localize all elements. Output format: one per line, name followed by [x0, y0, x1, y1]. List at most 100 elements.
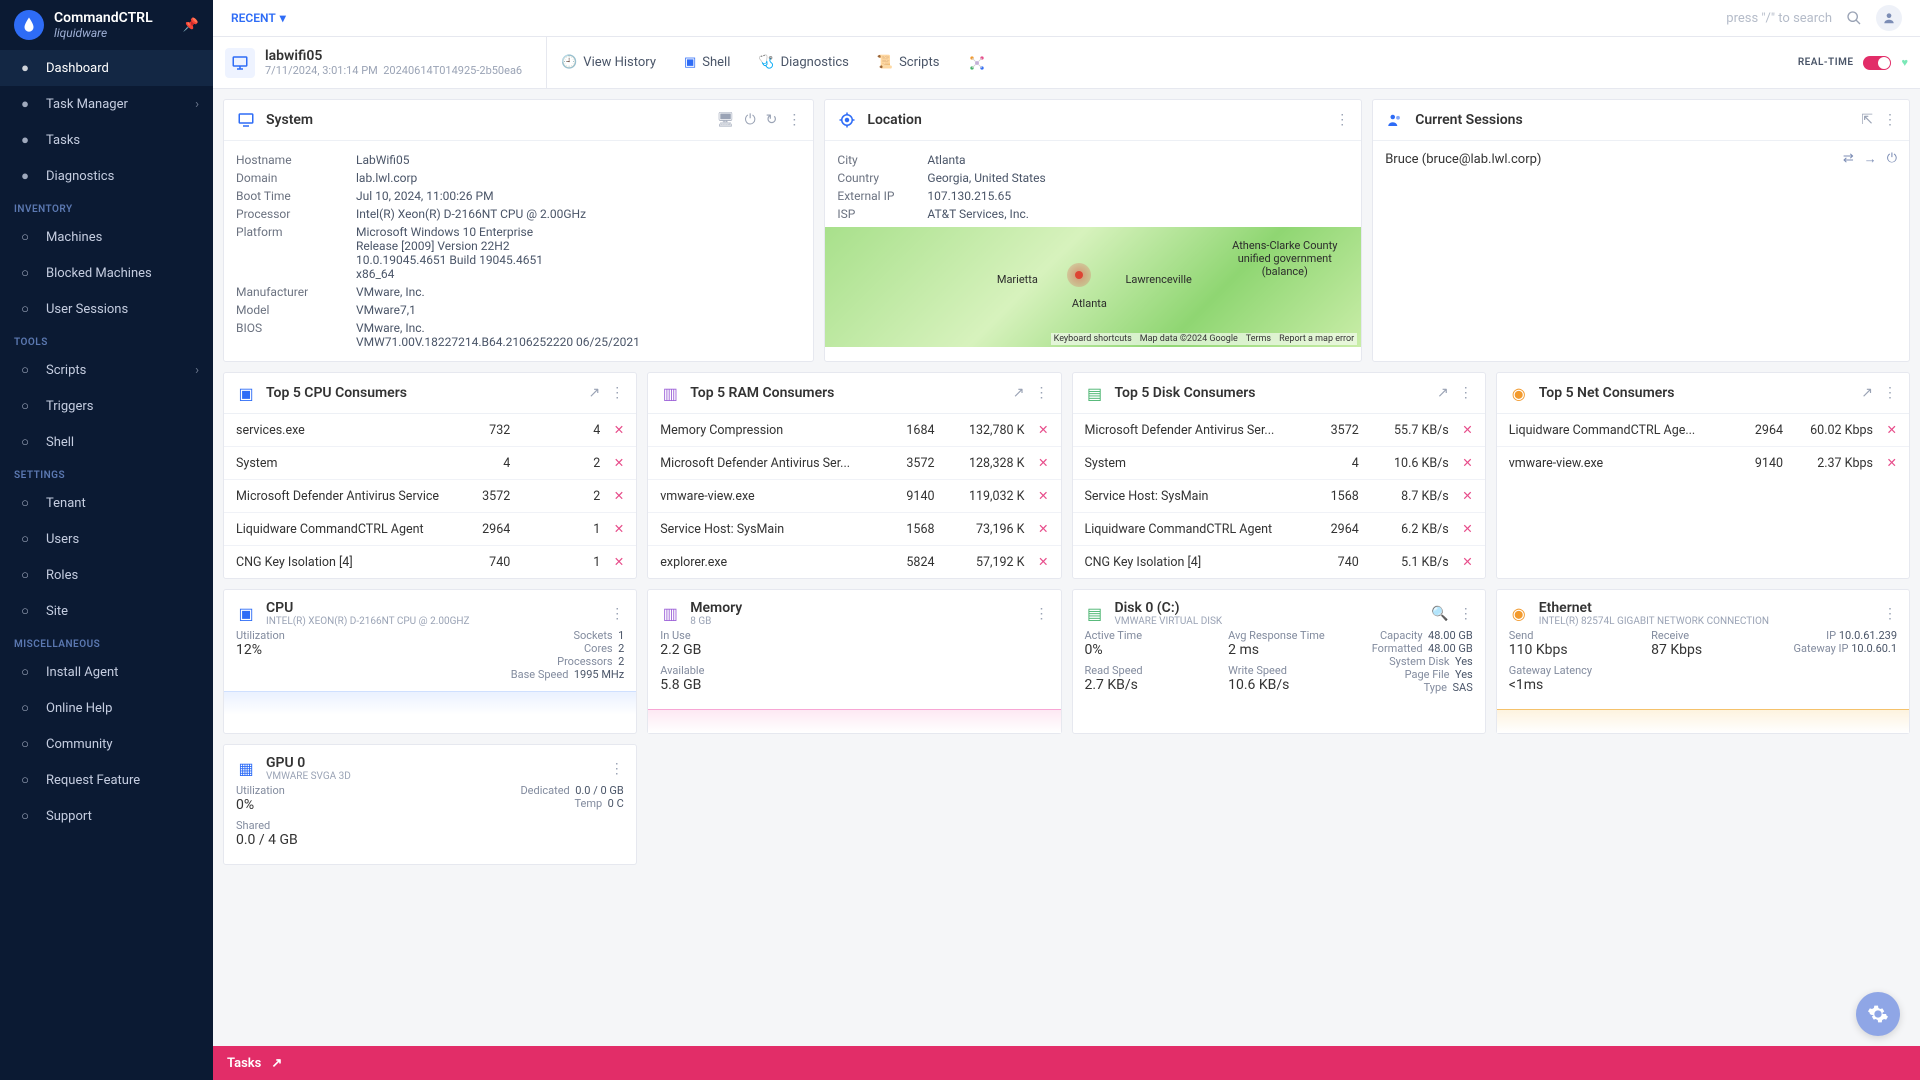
kill-process-icon[interactable]: ✕ — [1025, 521, 1049, 537]
popout-icon[interactable]: ↗ — [1861, 385, 1873, 401]
tab-view-history[interactable]: 🕘View History — [547, 37, 670, 88]
table-row[interactable]: Liquidware CommandCTRL Agent29641✕ — [224, 513, 636, 546]
popout-icon[interactable]: ↗ — [271, 1056, 282, 1071]
nav-icon: ○ — [16, 494, 34, 512]
table-row[interactable]: vmware-view.exe9140119,032 K✕ — [648, 480, 1060, 513]
popout-icon[interactable]: ↗ — [1013, 385, 1025, 401]
sidebar-item-task-manager[interactable]: ●Task Manager› — [0, 86, 213, 122]
table-row[interactable]: Liquidware CommandCTRL Age...296460.02 K… — [1497, 414, 1909, 447]
realtime-toggle[interactable] — [1863, 56, 1891, 70]
popout-icon[interactable]: ↗ — [1437, 385, 1449, 401]
more-icon[interactable]: ⋮ — [1883, 385, 1897, 401]
logoff-icon[interactable]: ⏻ — [1887, 151, 1897, 167]
more-icon[interactable]: ⋮ — [610, 606, 624, 622]
kill-process-icon[interactable]: ✕ — [1025, 455, 1049, 471]
table-row[interactable]: Microsoft Defender Antivirus Service3572… — [224, 480, 636, 513]
refresh-icon[interactable]: ↻ — [766, 112, 778, 128]
user-avatar[interactable] — [1876, 5, 1902, 31]
more-icon[interactable]: ⋮ — [610, 761, 624, 777]
more-icon[interactable]: ⋮ — [610, 385, 624, 401]
more-icon[interactable]: ⋮ — [1883, 112, 1897, 128]
popout-icon[interactable]: ⇱ — [1861, 112, 1873, 128]
sidebar-item-install-agent[interactable]: ○Install Agent — [0, 654, 213, 690]
kill-process-icon[interactable]: ✕ — [600, 488, 624, 504]
more-icon[interactable]: ⋮ — [1035, 385, 1049, 401]
kill-process-icon[interactable]: ✕ — [600, 455, 624, 471]
kv-row: HostnameLabWifi05 — [236, 151, 801, 169]
remote-desktop-icon[interactable]: 🖥 — [717, 112, 735, 128]
table-row[interactable]: Service Host: SysMain156873,196 K✕ — [648, 513, 1060, 546]
table-row[interactable]: CNG Key Isolation [4]7405.1 KB/s✕ — [1073, 546, 1485, 578]
tab-diagnostics[interactable]: 🩺Diagnostics — [744, 37, 862, 88]
tab-shell[interactable]: ▣Shell — [670, 37, 744, 88]
kill-process-icon[interactable]: ✕ — [1025, 554, 1049, 570]
session-row[interactable]: Bruce (bruce@lab.lwl.corp) ⇄ → ⏻ — [1373, 141, 1909, 177]
heartbeat-icon[interactable]: ♥ — [1901, 56, 1908, 69]
table-row[interactable]: explorer.exe582457,192 K✕ — [648, 546, 1060, 578]
kill-process-icon[interactable]: ✕ — [600, 521, 624, 537]
nav-icon: ○ — [16, 807, 34, 825]
kill-process-icon[interactable]: ✕ — [1873, 455, 1897, 471]
table-row[interactable]: System410.6 KB/s✕ — [1073, 447, 1485, 480]
sidebar-item-roles[interactable]: ○Roles — [0, 557, 213, 593]
sidebar-item-users[interactable]: ○Users — [0, 521, 213, 557]
card-title: Memory — [690, 600, 742, 616]
more-icon[interactable]: ⋮ — [1035, 606, 1049, 622]
power-icon[interactable]: ⏻ — [745, 112, 756, 128]
location-map[interactable]: Marietta Atlanta Lawrenceville Athens-Cl… — [825, 227, 1361, 347]
table-row[interactable]: Liquidware CommandCTRL Agent29646.2 KB/s… — [1073, 513, 1485, 546]
connect-icon[interactable]: → — [1864, 151, 1877, 167]
kill-process-icon[interactable]: ✕ — [1449, 488, 1473, 504]
recent-dropdown[interactable]: RECENT ▾ — [231, 11, 286, 25]
table-row[interactable]: vmware-view.exe91402.37 Kbps✕ — [1497, 447, 1909, 479]
more-icon[interactable]: ⋮ — [787, 112, 801, 128]
kv-row: PlatformMicrosoft Windows 10 EnterpriseR… — [236, 223, 801, 283]
sidebar-item-machines[interactable]: ○Machines — [0, 219, 213, 255]
kill-process-icon[interactable]: ✕ — [1025, 488, 1049, 504]
nav-icon: ● — [16, 131, 34, 149]
more-icon[interactable]: ⋮ — [1335, 112, 1349, 128]
sidebar-item-dashboard[interactable]: ●Dashboard — [0, 50, 213, 86]
table-row[interactable]: CNG Key Isolation [4]7401✕ — [224, 546, 636, 578]
sidebar-item-diagnostics[interactable]: ●Diagnostics — [0, 158, 213, 194]
kill-process-icon[interactable]: ✕ — [600, 554, 624, 570]
kill-process-icon[interactable]: ✕ — [1025, 422, 1049, 438]
nav-icon: ○ — [16, 264, 34, 282]
search-icon[interactable] — [1846, 10, 1862, 26]
sidebar-item-community[interactable]: ○Community — [0, 726, 213, 762]
more-icon[interactable]: ⋮ — [1459, 606, 1473, 622]
kill-process-icon[interactable]: ✕ — [1449, 521, 1473, 537]
table-row[interactable]: Microsoft Defender Antivirus Ser...35725… — [1073, 414, 1485, 447]
kill-process-icon[interactable]: ✕ — [1873, 422, 1897, 438]
table-row[interactable]: services.exe7324✕ — [224, 414, 636, 447]
sidebar-item-tasks[interactable]: ●Tasks — [0, 122, 213, 158]
sidebar-item-shell[interactable]: ○Shell — [0, 424, 213, 460]
settings-fab[interactable] — [1856, 992, 1900, 1036]
sidebar-item-online-help[interactable]: ○Online Help — [0, 690, 213, 726]
table-row[interactable]: Service Host: SysMain15688.7 KB/s✕ — [1073, 480, 1485, 513]
table-row[interactable]: Microsoft Defender Antivirus Ser...35721… — [648, 447, 1060, 480]
pin-icon[interactable]: 📌 — [183, 18, 199, 33]
sidebar-item-user-sessions[interactable]: ○User Sessions — [0, 291, 213, 327]
process-tree-icon[interactable] — [967, 53, 987, 73]
popout-icon[interactable]: ↗ — [589, 385, 601, 401]
kill-process-icon[interactable]: ✕ — [600, 422, 624, 438]
sidebar-item-request-feature[interactable]: ○Request Feature — [0, 762, 213, 798]
sidebar-item-support[interactable]: ○Support — [0, 798, 213, 834]
more-icon[interactable]: ⋮ — [1459, 385, 1473, 401]
sidebar-item-triggers[interactable]: ○Triggers — [0, 388, 213, 424]
sidebar-item-site[interactable]: ○Site — [0, 593, 213, 629]
sidebar-item-blocked-machines[interactable]: ○Blocked Machines — [0, 255, 213, 291]
mirror-icon[interactable]: ⇄ — [1843, 151, 1854, 167]
tab-scripts[interactable]: 📜Scripts — [863, 37, 954, 88]
table-row[interactable]: System42✕ — [224, 447, 636, 480]
kill-process-icon[interactable]: ✕ — [1449, 455, 1473, 471]
sidebar-item-scripts[interactable]: ○Scripts› — [0, 352, 213, 388]
table-row[interactable]: Memory Compression1684132,780 K✕ — [648, 414, 1060, 447]
kill-process-icon[interactable]: ✕ — [1449, 554, 1473, 570]
sidebar-section-inventory: Inventory — [0, 194, 213, 219]
more-icon[interactable]: ⋮ — [1883, 606, 1897, 622]
search-icon[interactable]: 🔍 — [1431, 606, 1448, 622]
sidebar-item-tenant[interactable]: ○Tenant — [0, 485, 213, 521]
kill-process-icon[interactable]: ✕ — [1449, 422, 1473, 438]
